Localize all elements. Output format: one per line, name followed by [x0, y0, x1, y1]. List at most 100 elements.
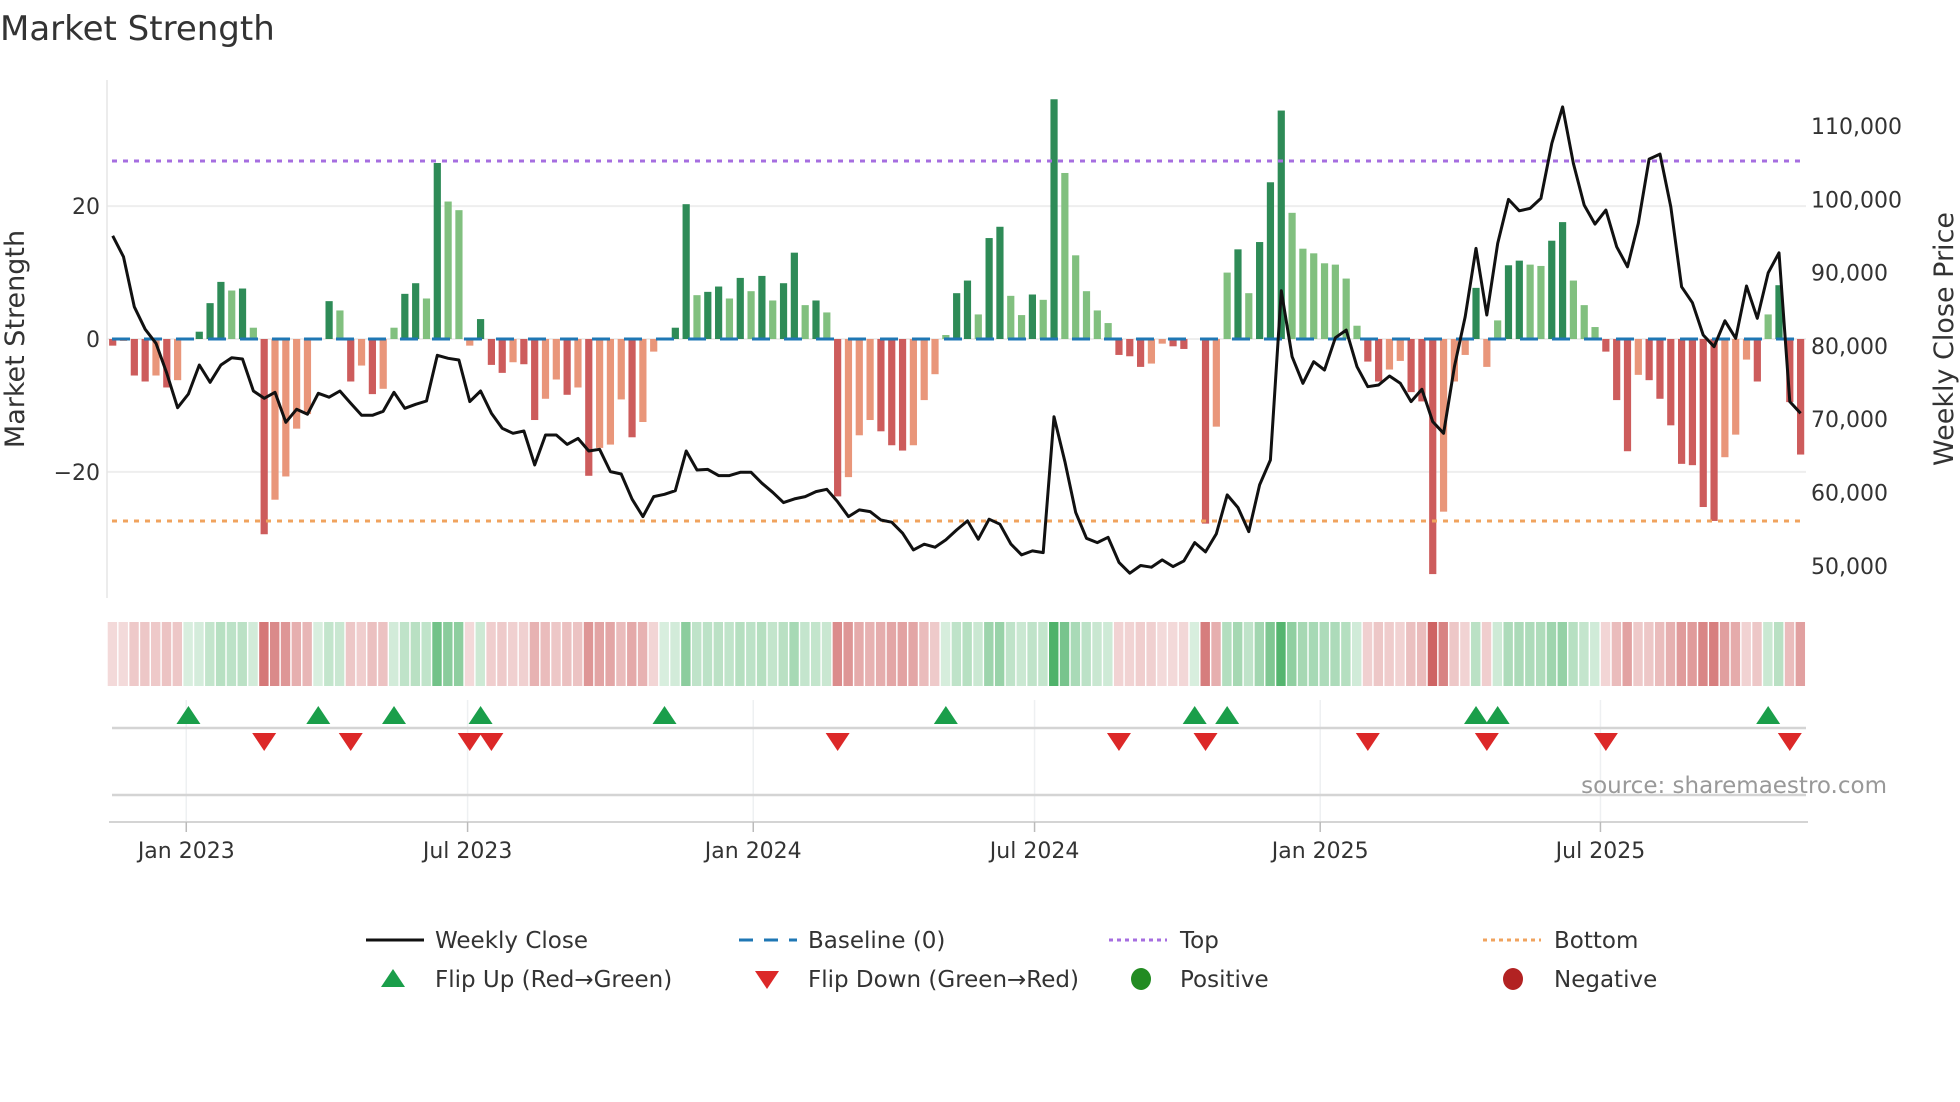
negative-strength-bar: [1115, 339, 1123, 355]
negative-strip-cell: [637, 622, 648, 686]
positive-strip-cell: [432, 622, 442, 686]
legend-item-weekly-close[interactable]: Weekly Close: [366, 928, 588, 954]
legend-item-negative[interactable]: Negative: [1503, 967, 1657, 993]
legend-label: Negative: [1554, 967, 1657, 993]
positive-strength-bar: [1537, 265, 1545, 339]
flip-down-marker-icon: [1193, 733, 1218, 751]
negative-strength-bar: [1201, 339, 1210, 524]
negative-strength-bar: [141, 339, 149, 382]
positive-strip-cell: [962, 622, 972, 686]
positive-strip-cell: [1070, 622, 1081, 686]
flip-up-marker-icon: [1464, 706, 1489, 724]
positive-strip-cell: [1352, 622, 1362, 686]
positive-strength-bar: [704, 291, 712, 339]
negative-strip-cell: [107, 622, 118, 686]
negative-strip-cell: [1211, 622, 1221, 686]
source-credit: source: sharemaestro.com: [1581, 773, 1887, 799]
positive-strip-cell: [1276, 622, 1286, 686]
positive-strip-cell: [215, 622, 226, 686]
positive-strip-cell: [389, 622, 399, 686]
positive-strength-bar: [1526, 264, 1534, 339]
negative-strip-cell: [1687, 622, 1697, 686]
positive-strength-bar: [1072, 255, 1080, 339]
flip-up-marker-icon: [1485, 706, 1510, 724]
positive-strength-bar: [1591, 327, 1599, 339]
positive-strength-bar: [790, 252, 798, 339]
positive-strength-bar: [1548, 240, 1556, 339]
x-tick-label: Jul 2024: [988, 839, 1080, 864]
negative-strength-bar: [1137, 339, 1145, 367]
negative-strength-bar: [1212, 339, 1220, 427]
positive-strength-bar: [1104, 323, 1112, 339]
negative-strip-cell: [854, 622, 864, 686]
legend-item-baseline[interactable]: Baseline (0): [739, 928, 945, 954]
negative-strip-cell: [529, 622, 540, 686]
positive-strength-bar: [823, 312, 831, 339]
legend-item-bottom[interactable]: Bottom: [1483, 928, 1638, 954]
negative-strength-bar: [1396, 339, 1404, 361]
negative-strip-cell: [1719, 622, 1730, 686]
negative-strip-cell: [1406, 622, 1416, 686]
positive-strip-cell: [1265, 622, 1275, 686]
negative-strip-cell: [1362, 622, 1373, 686]
negative-strip-cell: [1633, 622, 1643, 686]
positive-strength-bar: [812, 300, 820, 339]
negative-strip-cell: [118, 622, 128, 686]
positive-strength-bar: [671, 327, 679, 339]
legend-item-flip-up[interactable]: Flip Up (Red→Green): [381, 967, 672, 993]
negative-strength-bar: [898, 339, 907, 451]
negative-strip-cell: [1168, 622, 1178, 686]
negative-strip-cell: [843, 622, 853, 686]
legend-item-positive[interactable]: Positive: [1131, 967, 1269, 993]
right-tick-label: 50,000: [1811, 555, 1888, 580]
legend-item-top[interactable]: Top: [1109, 928, 1219, 954]
positive-strip-cell: [248, 622, 258, 686]
flip-up-marker-icon: [1756, 706, 1781, 724]
green-dot-icon: [1131, 968, 1151, 990]
left-tick-label: 20: [72, 195, 100, 220]
negative-strip-cell: [1600, 622, 1611, 686]
positive-strip-cell: [735, 622, 745, 686]
legend-label: Bottom: [1554, 928, 1638, 954]
left-axis-ticks: 20 0 −20: [54, 195, 100, 486]
positive-strip-cell: [1579, 622, 1589, 686]
chart-title: Market Strength: [0, 9, 275, 49]
right-tick-label: 100,000: [1811, 188, 1902, 213]
positive-strip-cell: [1038, 622, 1048, 686]
negative-strength-bar: [606, 339, 615, 445]
positive-strength-bar: [963, 280, 972, 339]
positive-strip-cell: [399, 622, 410, 686]
negative-strip-cell: [627, 622, 637, 686]
positive-strip-cell: [1503, 622, 1513, 686]
legend-item-flip-down[interactable]: Flip Down (Green→Red): [755, 967, 1079, 993]
negative-strength-bar: [650, 339, 658, 352]
legend-label: Flip Up (Red→Green): [435, 967, 672, 993]
positive-strip-cell: [1005, 622, 1016, 686]
triangle-down-icon: [755, 971, 779, 989]
negative-strength-bar: [1126, 339, 1134, 357]
positive-strip-cell: [756, 622, 767, 686]
positive-strip-cell: [691, 622, 702, 686]
negative-strength-bar: [487, 339, 495, 365]
positive-strength-bar: [1515, 260, 1523, 339]
negative-strip-cell: [140, 622, 150, 686]
positive-strip-cell: [746, 622, 756, 686]
positive-strip-cell: [1243, 622, 1254, 686]
market-strength-chart: Market Strength 20 0 −20 110,000 100,000 90,…: [0, 9, 1960, 993]
positive-strip-cell: [681, 622, 691, 686]
negative-strip-cell: [508, 622, 518, 686]
negative-strip-cell: [486, 622, 496, 686]
negative-strip-cell: [1730, 622, 1741, 686]
x-axis-ticks: Jan 2023 Jul 2023 Jan 2024 Jul 2024 Jan 2025…: [136, 822, 1645, 864]
negative-strip-cell: [572, 622, 583, 686]
positive-strip-cell: [789, 622, 799, 686]
negative-strip-cell: [1644, 622, 1654, 686]
positive-strip-cell: [313, 622, 323, 686]
positive-strength-bar: [1331, 264, 1339, 339]
positive-strip-cell: [778, 622, 788, 686]
negative-strength-bar: [357, 339, 366, 366]
positive-strength-bar: [401, 293, 409, 339]
positive-strip-cell: [1297, 622, 1308, 686]
positive-strip-cell: [1027, 622, 1037, 686]
left-axis-label: Market Strength: [0, 230, 31, 448]
